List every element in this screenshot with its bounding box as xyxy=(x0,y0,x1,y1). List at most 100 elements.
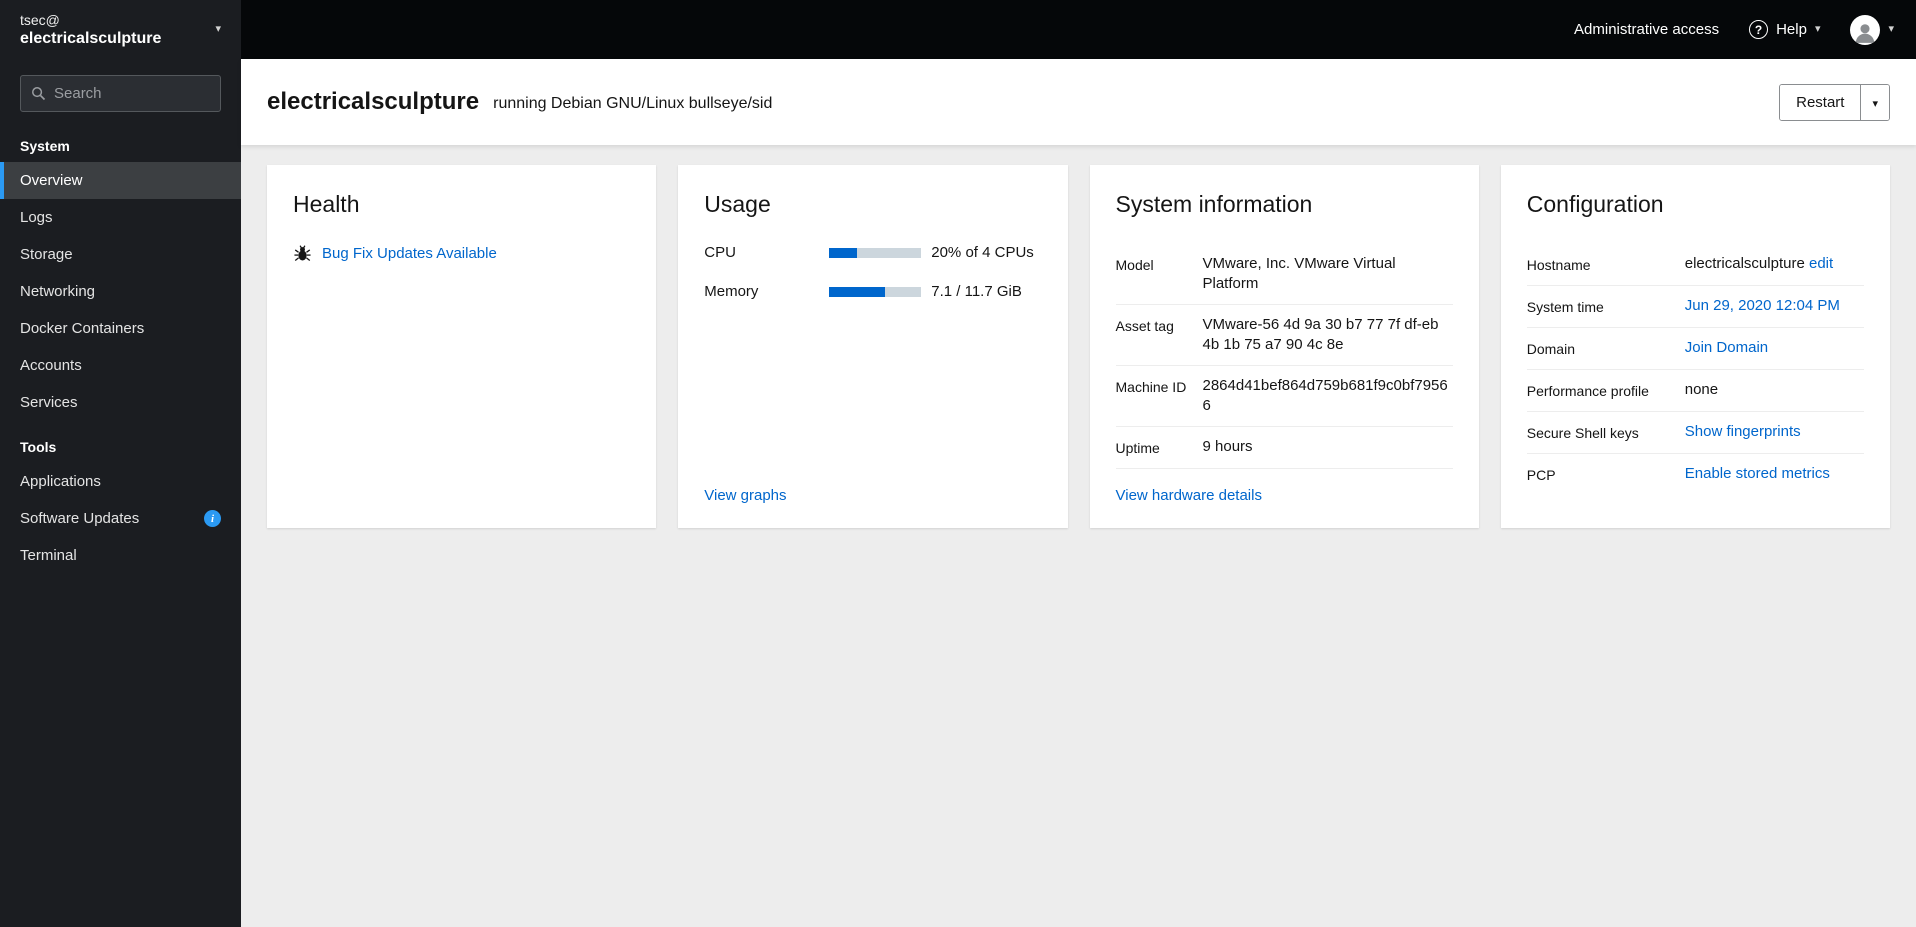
sysinfo-row-model: Model VMware, Inc. VMware Virtual Platfo… xyxy=(1115,244,1453,305)
row-label: Performance profile xyxy=(1526,383,1649,399)
row-value: VMware, Inc. VMware Virtual Platform xyxy=(1202,255,1396,292)
view-graphs-link[interactable]: View graphs xyxy=(704,487,1041,504)
sidebar-item-docker-containers[interactable]: Docker Containers xyxy=(0,310,241,347)
admin-access-indicator[interactable]: Administrative access xyxy=(1574,21,1719,38)
cpu-usage-value: 20% of 4 CPUs xyxy=(931,244,1034,261)
config-row-ssh-keys: Secure Shell keys Show fingerprints xyxy=(1526,412,1864,454)
health-card: Health Bug Fix Updates Available xyxy=(267,165,657,528)
sidebar-item-label: Storage xyxy=(20,246,73,263)
search-icon xyxy=(31,86,46,101)
sidebar-item-storage[interactable]: Storage xyxy=(0,236,241,273)
sidebar-item-networking[interactable]: Networking xyxy=(0,273,241,310)
sidebar-item-accounts[interactable]: Accounts xyxy=(0,347,241,384)
cpu-progress-bar xyxy=(829,247,922,258)
config-row-performance-profile: Performance profile none xyxy=(1526,370,1864,412)
row-label: Uptime xyxy=(1115,440,1160,456)
enable-stored-metrics-link[interactable]: Enable stored metrics xyxy=(1685,465,1830,482)
sidebar-item-software-updates[interactable]: Software Updates i xyxy=(0,500,241,537)
sidebar-item-applications[interactable]: Applications xyxy=(0,463,241,500)
sidebar-item-label: Applications xyxy=(20,473,101,490)
row-label: Domain xyxy=(1526,341,1575,357)
sysinfo-row-machine-id: Machine ID 2864d41bef864d759b681f9c0bf79… xyxy=(1115,366,1453,427)
sidebar-item-label: Docker Containers xyxy=(20,320,145,337)
search-input[interactable] xyxy=(54,85,210,102)
memory-progress-bar xyxy=(829,286,922,297)
sidebar-item-label: Accounts xyxy=(20,357,82,374)
page-header: electricalsculpture running Debian GNU/L… xyxy=(241,59,1916,145)
app-root: tsec@ electricalsculpture ▾ System Overv… xyxy=(0,0,1916,927)
usage-card: Usage CPU 20% of 4 CPUs Memory 7.1 / 11.… xyxy=(678,165,1068,528)
help-label: Help xyxy=(1776,21,1807,38)
config-row-hostname: Hostname electricalsculpture edit xyxy=(1526,244,1864,286)
row-value: electricalsculpture edit xyxy=(1685,254,1864,274)
memory-usage-row: Memory 7.1 / 11.7 GiB xyxy=(704,283,1041,300)
overview-content: Health Bug Fix Updates Available Usage C… xyxy=(241,145,1916,927)
sidebar-item-overview[interactable]: Overview xyxy=(0,162,241,199)
os-release-text: running Debian GNU/Linux bullseye/sid xyxy=(493,95,773,112)
restart-button-group: Restart ▾ xyxy=(1779,83,1890,121)
edit-hostname-link[interactable]: edit xyxy=(1809,255,1833,272)
row-value: none xyxy=(1684,381,1719,398)
main-area: Administrative access ? Help ▾ ▾ electri… xyxy=(241,0,1916,927)
row-label: Model xyxy=(1115,257,1154,273)
sidebar-item-services[interactable]: Services xyxy=(0,384,241,421)
sysinfo-row-uptime: Uptime 9 hours xyxy=(1115,427,1453,469)
restart-dropdown-toggle[interactable]: ▾ xyxy=(1860,84,1889,120)
search-box xyxy=(20,75,221,112)
updates-available-link[interactable]: Bug Fix Updates Available xyxy=(322,245,497,262)
sysinfo-row-asset-tag: Asset tag VMware-56 4d 9a 30 b7 77 7f df… xyxy=(1115,305,1453,366)
cpu-usage-row: CPU 20% of 4 CPUs xyxy=(704,244,1041,261)
restart-button[interactable]: Restart xyxy=(1780,84,1861,120)
system-time-link[interactable]: Jun 29, 2020 12:04 PM xyxy=(1685,297,1840,314)
join-domain-link[interactable]: Join Domain xyxy=(1685,339,1768,356)
memory-label: Memory xyxy=(704,283,759,300)
config-row-pcp: PCP Enable stored metrics xyxy=(1527,454,1864,495)
card-title: System information xyxy=(1115,191,1313,217)
bug-icon xyxy=(293,244,312,263)
memory-progress-fill xyxy=(829,286,886,297)
config-row-domain: Domain Join Domain xyxy=(1526,328,1864,370)
system-info-table: Model VMware, Inc. VMware Virtual Platfo… xyxy=(1115,244,1453,469)
session-menu[interactable]: ▾ xyxy=(1850,14,1894,45)
system-information-card: System information Model VMware, Inc. VM… xyxy=(1089,165,1479,528)
info-badge-icon: i xyxy=(204,510,221,527)
page-title: electricalsculpture xyxy=(267,88,480,115)
card-title: Configuration xyxy=(1526,191,1664,217)
configuration-table: Hostname electricalsculpture edit System… xyxy=(1526,244,1864,495)
host-switcher[interactable]: tsec@ electricalsculpture ▾ xyxy=(0,0,241,59)
sidebar: tsec@ electricalsculpture ▾ System Overv… xyxy=(0,0,241,927)
sidebar-item-logs[interactable]: Logs xyxy=(0,199,241,236)
sidebar-item-label: Overview xyxy=(20,172,83,189)
help-menu[interactable]: ? Help ▾ xyxy=(1749,20,1820,39)
chevron-down-icon: ▾ xyxy=(1814,23,1821,35)
row-label: Secure Shell keys xyxy=(1526,425,1639,441)
host-switcher-text: tsec@ electricalsculpture xyxy=(20,11,161,49)
tools-nav: Applications Software Updates i Terminal xyxy=(0,463,241,574)
cpu-label: CPU xyxy=(704,244,736,261)
sidebar-item-label: Services xyxy=(20,394,78,411)
configuration-card: Configuration Hostname electricalsculptu… xyxy=(1500,165,1890,528)
topbar: Administrative access ? Help ▾ ▾ xyxy=(241,0,1916,59)
sidebar-item-label: Logs xyxy=(20,209,53,226)
hostname-value: electricalsculpture xyxy=(1684,255,1805,272)
sidebar-item-terminal[interactable]: Terminal xyxy=(0,537,241,574)
chevron-down-icon: ▾ xyxy=(1888,23,1894,35)
memory-usage-value: 7.1 / 11.7 GiB xyxy=(931,283,1022,300)
row-label: Hostname xyxy=(1526,257,1591,273)
brand-user: tsec@ xyxy=(20,11,60,28)
row-value: Show fingerprints xyxy=(1685,422,1864,442)
config-row-system-time: System time Jun 29, 2020 12:04 PM xyxy=(1526,286,1864,328)
nav-section-system: System xyxy=(20,138,70,154)
view-hardware-details-link[interactable]: View hardware details xyxy=(1116,469,1453,504)
row-label: System time xyxy=(1526,299,1604,315)
row-label: Machine ID xyxy=(1115,379,1187,395)
brand-host: electricalsculpture xyxy=(20,29,162,47)
show-fingerprints-link[interactable]: Show fingerprints xyxy=(1685,423,1801,440)
row-value: Jun 29, 2020 12:04 PM xyxy=(1685,296,1864,316)
row-label: Asset tag xyxy=(1115,318,1174,334)
row-value: VMware-56 4d 9a 30 b7 77 7f df-eb 4b 1b … xyxy=(1202,316,1439,353)
sidebar-item-label: Terminal xyxy=(20,547,77,564)
row-value: 2864d41bef864d759b681f9c0bf79566 xyxy=(1202,377,1448,414)
chevron-down-icon: ▾ xyxy=(1872,97,1878,110)
row-value: Join Domain xyxy=(1685,338,1864,358)
